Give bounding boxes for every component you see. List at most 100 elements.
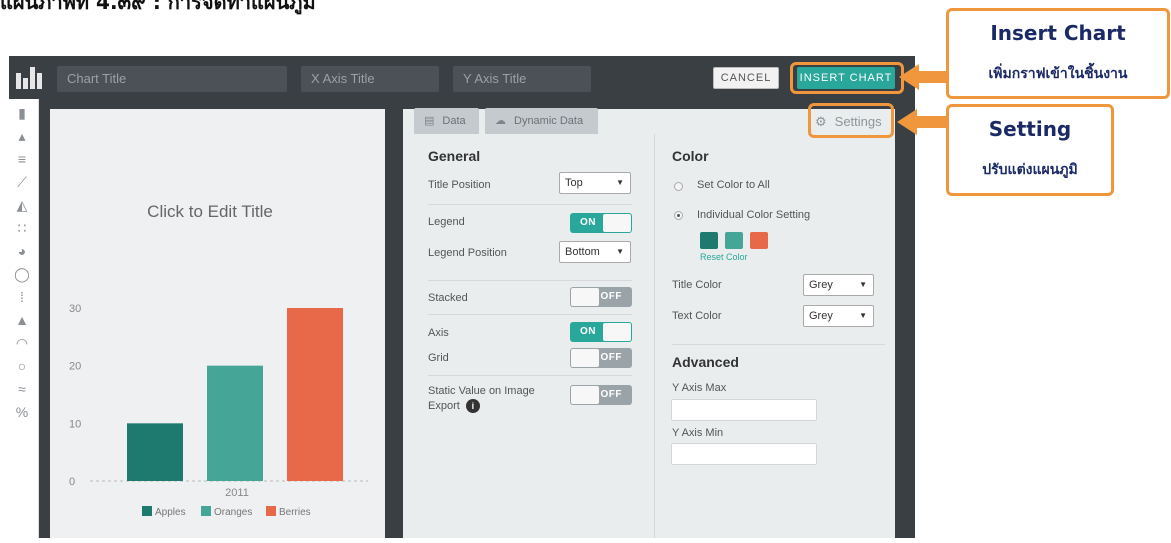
grid-state: OFF — [600, 352, 622, 363]
stacked-state: OFF — [600, 291, 622, 302]
axis-state: ON — [580, 326, 596, 337]
stacked-toggle[interactable]: OFF — [570, 287, 632, 307]
chart-logo-icon — [16, 67, 42, 89]
gauge-icon[interactable]: ◠ — [14, 335, 30, 351]
dot-matrix-icon[interactable]: ⁞ — [14, 289, 30, 305]
tab-dynamic-data[interactable]: ☁ Dynamic Data — [485, 108, 598, 134]
divider — [672, 344, 885, 345]
y-axis-max-label: Y Axis Max — [672, 382, 727, 394]
pyramid-icon[interactable]: ▲ — [14, 312, 30, 328]
percent-icon[interactable]: % — [14, 404, 30, 420]
ring-icon[interactable]: ○ — [14, 358, 30, 374]
pie-chart-icon[interactable]: ◕ — [14, 243, 30, 259]
color-swatch[interactable] — [725, 232, 743, 249]
horizontal-bar-icon[interactable]: ≡ — [14, 151, 30, 167]
reset-color-link[interactable]: Reset Color — [700, 252, 748, 262]
legend-label: Legend — [428, 216, 465, 228]
chevron-down-icon: ▼ — [616, 178, 624, 187]
color-swatch[interactable] — [700, 232, 718, 249]
stacked-label: Stacked — [428, 292, 468, 304]
static-value-state: OFF — [600, 389, 622, 400]
legend-swatch — [266, 506, 276, 516]
settings-arrow-icon — [897, 109, 949, 135]
legend-swatch — [142, 506, 152, 516]
bar-chart-icon[interactable]: ▮ — [14, 105, 30, 121]
histogram-icon[interactable]: ▴ — [14, 128, 30, 144]
divider — [428, 280, 632, 281]
column-divider — [654, 134, 655, 538]
y-tick-label: 20 — [69, 361, 81, 373]
legend-label: Apples — [155, 507, 186, 518]
bar-oranges — [207, 365, 263, 481]
title-position-label: Title Position — [428, 179, 491, 191]
color-title: Color — [672, 148, 709, 164]
title-color-select[interactable]: Grey ▼ — [803, 274, 874, 296]
text-color-label: Text Color — [672, 310, 722, 322]
individual-color-label: Individual Color Setting — [697, 209, 811, 221]
title-position-select[interactable]: Top ▼ — [559, 172, 631, 194]
insert-arrow-icon — [899, 64, 949, 90]
chevron-down-icon: ▼ — [859, 280, 867, 289]
set-color-all-label: Set Color to All — [697, 179, 770, 191]
chart-preview[interactable]: Click to Edit Title 0 10 20 30 2011 Apples Oran… — [50, 109, 385, 538]
tab-data-label: Data — [442, 115, 466, 127]
axis-label: Axis — [428, 327, 449, 339]
axis-toggle[interactable]: ON — [570, 322, 632, 342]
divider — [428, 314, 632, 315]
line-chart-icon[interactable]: ⟋ — [14, 174, 30, 190]
legend-state: ON — [580, 217, 596, 228]
wave-icon[interactable]: ≈ — [14, 381, 30, 397]
callout-insert-desc: เพิ่มกราฟเข้าในชิ้นงาน — [988, 66, 1128, 82]
callout-setting-desc: ปรับแต่งแผนภูมิ — [982, 162, 1078, 178]
static-value-export-text: Export — [428, 399, 460, 412]
bar-apples — [127, 423, 183, 481]
info-icon[interactable]: i — [465, 399, 480, 413]
divider — [428, 204, 632, 205]
static-value-label-export: Export i — [428, 399, 480, 413]
y-axis-title-input[interactable]: Y Axis Title — [453, 66, 591, 92]
donut-icon[interactable]: ◯ — [14, 266, 30, 282]
chart-title-input[interactable]: Chart Title — [57, 66, 287, 92]
bar-berries — [287, 308, 343, 481]
chevron-down-icon: ▼ — [859, 311, 867, 320]
cloud-icon: ☁ — [495, 115, 506, 127]
grid-toggle[interactable]: OFF — [570, 348, 632, 368]
static-value-toggle[interactable]: OFF — [570, 385, 632, 405]
legend-toggle[interactable]: ON — [570, 213, 632, 233]
legend-swatch — [201, 506, 211, 516]
table-icon: ▤ — [424, 115, 435, 127]
area-chart-icon[interactable]: ◭ — [14, 197, 30, 213]
y-tick-label: 0 — [69, 476, 75, 488]
legend-position-select[interactable]: Bottom ▼ — [559, 241, 631, 263]
y-axis-min-input[interactable] — [671, 443, 817, 465]
y-axis-max-input[interactable] — [671, 399, 817, 421]
insert-chart-callout: Insert Chart เพิ่มกราฟเข้าในชิ้นงาน — [946, 8, 1170, 99]
legend-label: Oranges — [214, 507, 252, 518]
title-color-value: Grey — [809, 279, 833, 291]
chart-canvas: Click to Edit Title 0 10 20 30 2011 Apples Oran… — [69, 202, 368, 518]
divider — [428, 375, 632, 376]
page-heading: แผนภาพที่ 4.๓๙ : การจัดทำแผนภูมิ — [0, 0, 316, 14]
callout-setting-title: Setting — [988, 117, 1072, 141]
text-color-value: Grey — [809, 310, 833, 322]
title-position-value: Top — [565, 177, 583, 189]
x-axis-title-input[interactable]: X Axis Title — [301, 66, 439, 92]
text-color-select[interactable]: Grey ▼ — [803, 305, 874, 327]
individual-color-radio[interactable] — [674, 211, 683, 220]
chart-type-sidebar: ▮ ▴ ≡ ⟋ ◭ ∷ ◕ ◯ ⁞ ▲ ◠ ○ ≈% — [9, 99, 39, 538]
legend-label: Berries — [279, 507, 311, 518]
static-value-label: Static Value on Image — [428, 385, 535, 397]
general-title: General — [428, 148, 481, 164]
scatter-icon[interactable]: ∷ — [14, 220, 30, 236]
chart-title: Click to Edit Title — [147, 202, 273, 221]
cancel-button[interactable]: CANCEL — [713, 67, 779, 89]
advanced-title: Advanced — [672, 354, 739, 370]
color-swatch[interactable] — [750, 232, 768, 249]
title-color-label: Title Color — [672, 279, 722, 291]
set-color-all-radio[interactable] — [674, 182, 683, 191]
tab-dynamic-data-label: Dynamic Data — [514, 115, 584, 127]
tab-data[interactable]: ▤ Data — [414, 108, 479, 134]
grid-label: Grid — [428, 352, 449, 364]
y-tick-label: 30 — [69, 303, 81, 315]
y-axis-min-label: Y Axis Min — [672, 427, 724, 439]
